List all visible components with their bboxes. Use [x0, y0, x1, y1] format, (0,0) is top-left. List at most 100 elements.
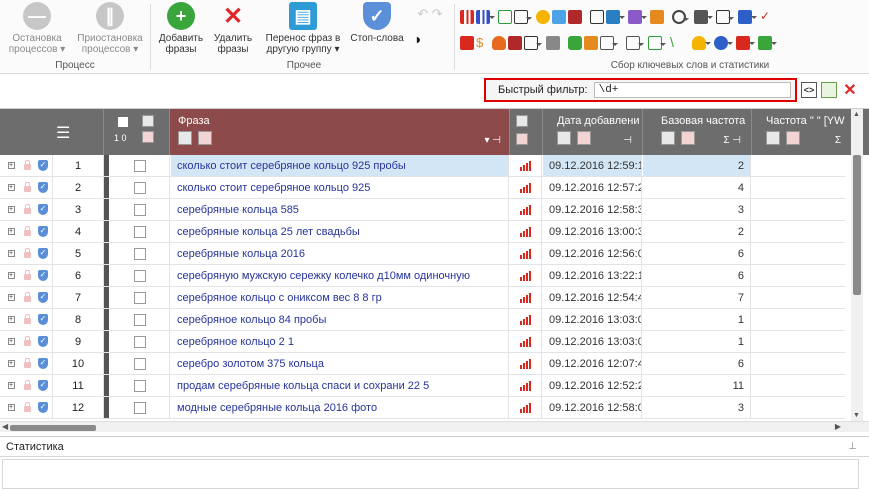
expand-icon[interactable]: + [7, 272, 15, 279]
li-icon[interactable] [590, 10, 604, 24]
chart-cell[interactable] [510, 331, 542, 352]
shield-check-icon[interactable]: ✓ [38, 314, 48, 325]
phrase-cell[interactable]: серебряное кольцо 84 пробы [171, 309, 509, 330]
filter-clear-icon[interactable] [681, 131, 695, 145]
row-checkbox[interactable] [133, 247, 146, 260]
pin-icon[interactable]: ⊣ [623, 135, 632, 146]
shield-cell[interactable]: ✓ [36, 155, 50, 176]
shield-cell[interactable]: ✓ [36, 397, 50, 418]
chart-cell[interactable] [510, 243, 542, 264]
row-checkbox-cell[interactable] [110, 353, 170, 374]
lock-icon[interactable] [23, 314, 31, 324]
filter-clear-icon[interactable] [516, 133, 528, 145]
expand-cell[interactable]: + [4, 309, 18, 330]
table-row[interactable]: + ✓ 5 серебряные кольца 2016 09.12.2016 12:5… [0, 243, 845, 265]
phrase-cell[interactable]: серебряное кольцо с ониксом вес 8 8 гр [171, 287, 509, 308]
bars-color-icon[interactable] [584, 36, 598, 50]
bar-chart-icon[interactable] [519, 160, 532, 171]
quick-filter-input[interactable]: \d+ [593, 82, 791, 98]
vertical-scrollbar[interactable]: ▲ ▼ [851, 109, 863, 421]
filter-clear-icon[interactable]: ✕ [842, 82, 858, 99]
mail-icon[interactable] [460, 36, 474, 50]
shield-cell[interactable]: ✓ [36, 265, 50, 286]
expand-cell[interactable]: + [4, 243, 18, 264]
shield-cell[interactable]: ✓ [36, 243, 50, 264]
search-icon[interactable] [672, 10, 689, 24]
lock-cell[interactable] [20, 265, 34, 286]
shield-cell[interactable]: ✓ [36, 221, 50, 242]
filter-icon[interactable] [178, 131, 192, 145]
filter-icon[interactable] [661, 131, 675, 145]
bar-chart-icon[interactable] [519, 402, 532, 413]
lock-icon[interactable] [23, 402, 31, 412]
r-icon[interactable] [514, 10, 532, 24]
phrase-cell[interactable]: серебряные кольца 2016 [171, 243, 509, 264]
sum-icon[interactable]: Σ [835, 135, 841, 146]
filter-clear-icon[interactable] [786, 131, 800, 145]
filter-icon[interactable] [516, 115, 528, 127]
expand-icon[interactable]: + [7, 228, 15, 235]
regex-toggle-icon[interactable]: <> [801, 82, 817, 98]
table-row[interactable]: + ✓ 7 серебряное кольцо с ониксом вес 8 8 г… [0, 287, 845, 309]
shield-cell[interactable]: ✓ [36, 309, 50, 330]
bar-chart-icon[interactable] [519, 270, 532, 281]
lock-icon[interactable] [23, 270, 31, 280]
row-checkbox-cell[interactable] [110, 265, 170, 286]
expand-icon[interactable]: + [7, 316, 15, 323]
expand-cell[interactable]: + [4, 155, 18, 176]
lock-icon[interactable] [23, 248, 31, 258]
sum-icon[interactable]: Σ ⊣ [723, 135, 741, 146]
shield-check-icon[interactable]: ✓ [38, 402, 48, 413]
phrase-cell[interactable]: серебряную мужскую сережку колечко д10мм… [171, 265, 509, 286]
bar-chart-icon[interactable] [519, 380, 532, 391]
dollar-icon[interactable]: $ [476, 36, 490, 50]
header-base-freq[interactable]: Базовая частота Σ ⊣ [643, 109, 752, 155]
hand-icon[interactable] [492, 36, 506, 50]
expand-cell[interactable]: + [4, 265, 18, 286]
add-phrases-button[interactable]: + Добавить фразы [154, 2, 208, 55]
undo-redo-buttons[interactable]: ↶ ↷ [410, 7, 450, 20]
chart-cell[interactable] [510, 375, 542, 396]
vertical-scroll-thumb[interactable] [853, 155, 861, 295]
r-small-icon[interactable] [716, 10, 734, 24]
row-checkbox-cell[interactable] [110, 177, 170, 198]
row-checkbox[interactable] [133, 357, 146, 370]
row-checkbox-cell[interactable] [110, 375, 170, 396]
shield-check-icon[interactable]: ✓ [38, 182, 48, 193]
expand-icon[interactable]: + [7, 162, 15, 169]
lock-cell[interactable] [20, 287, 34, 308]
shield-cell[interactable]: ✓ [36, 353, 50, 374]
lock-cell[interactable] [20, 155, 34, 176]
expand-icon[interactable]: + [7, 250, 15, 257]
wordstat-blue-icon[interactable] [476, 10, 495, 24]
table-row[interactable]: + ✓ 9 серебряное кольцо 2 1 09.12.2016 13:03… [0, 331, 845, 353]
shield-check-icon[interactable]: ✓ [38, 160, 48, 171]
chart-cell[interactable] [510, 309, 542, 330]
bar-chart-icon[interactable] [519, 226, 532, 237]
filter-apply-icon[interactable] [821, 82, 837, 98]
column-settings-icon[interactable]: ☰ [56, 123, 70, 143]
table-row[interactable]: + ✓ 8 серебряное кольцо 84 пробы 09.12.2016 … [0, 309, 845, 331]
image-icon[interactable] [552, 10, 566, 24]
expand-cell[interactable]: + [4, 199, 18, 220]
shield-cell[interactable]: ✓ [36, 375, 50, 396]
filter-icon[interactable] [142, 115, 154, 127]
lock-cell[interactable] [20, 375, 34, 396]
flag-icon[interactable] [736, 36, 755, 50]
shield-check-icon[interactable]: ✓ [38, 358, 48, 369]
row-checkbox-cell[interactable] [110, 155, 170, 176]
expand-cell[interactable]: + [4, 177, 18, 198]
expand-icon[interactable]: + [7, 338, 15, 345]
filter-clear-icon[interactable] [142, 131, 154, 143]
row-checkbox[interactable] [133, 379, 146, 392]
delete-phrases-button[interactable]: ✕ Удалить фразы [210, 2, 256, 55]
toggle-01-icon[interactable]: 1 0 [114, 133, 127, 143]
scroll-right-icon[interactable]: ▶ [835, 422, 841, 431]
expand-cell[interactable]: + [4, 353, 18, 374]
table-row[interactable]: + ✓ 4 серебряные кольца 25 лет свадьбы 09.12… [0, 221, 845, 243]
shield-cell[interactable]: ✓ [36, 287, 50, 308]
expand-cell[interactable]: + [4, 287, 18, 308]
bar-chart-icon[interactable] [519, 314, 532, 325]
horizontal-scroll-thumb[interactable] [10, 425, 96, 431]
row-checkbox[interactable] [133, 203, 146, 216]
